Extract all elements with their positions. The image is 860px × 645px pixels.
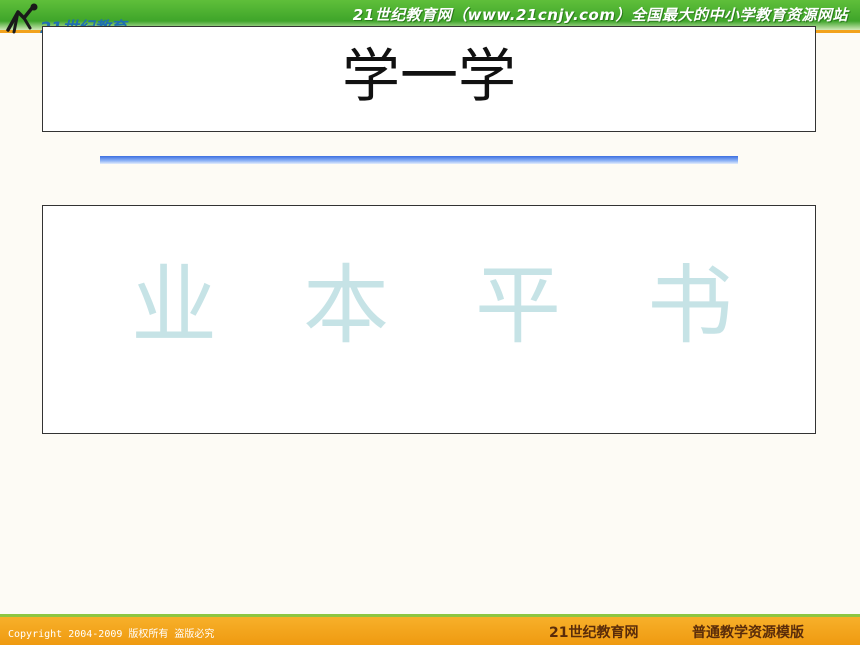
character-item: 业 [131, 256, 217, 356]
character-box: 业 本 平 书 [42, 205, 816, 434]
footer-template-name: 普通教学资源模版 [692, 625, 804, 641]
character-item: 书 [647, 256, 733, 356]
character-item: 平 [475, 256, 561, 356]
title-box: 学一学 [42, 26, 816, 132]
footer-site-name[interactable]: 21世纪教育网 [549, 622, 638, 642]
copyright-text: Copyright 2004-2009 版权所有 盗版必究 [8, 629, 215, 640]
character-row: 业 本 平 书 [43, 256, 817, 356]
site-title[interactable]: 21世纪教育网（www.21cnjy.com）全国最大的中小学教育资源网站 [353, 4, 848, 25]
page-title: 学一学 [341, 42, 516, 110]
divider-bar [100, 156, 738, 164]
runner-logo-icon [6, 3, 38, 34]
character-item: 本 [303, 256, 389, 356]
